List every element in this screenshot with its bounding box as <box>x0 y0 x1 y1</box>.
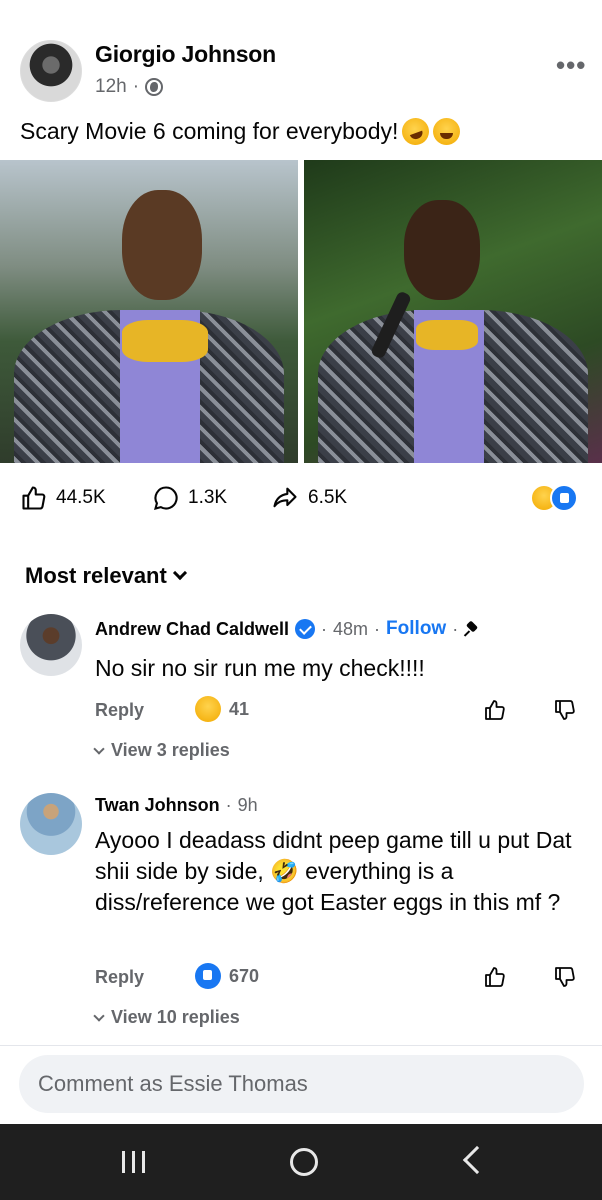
comment-composer <box>19 1055 584 1113</box>
like-count: 44.5K <box>56 487 106 508</box>
pin-icon <box>464 621 480 637</box>
like-reaction-icon <box>550 484 578 512</box>
post-photos <box>0 160 602 463</box>
comment-sort-dropdown[interactable]: Most relevant <box>25 563 187 589</box>
author-name[interactable]: Giorgio Johnson <box>95 41 276 68</box>
engagement-stats: 44.5K 1.3K 6.5K <box>0 478 602 518</box>
view-replies-button[interactable]: View 3 replies <box>93 740 230 761</box>
sort-label: Most relevant <box>25 563 167 588</box>
grinning-squint-emoji-icon <box>433 118 461 145</box>
recent-apps-icon[interactable] <box>122 1151 146 1173</box>
photo-figure-bowtie <box>122 320 208 362</box>
comment-reaction-summary[interactable]: 41 <box>195 696 249 722</box>
post-photo-right[interactable] <box>304 160 602 463</box>
thumbs-up-icon[interactable] <box>483 965 507 989</box>
author-avatar[interactable] <box>20 40 82 102</box>
thumbs-down-icon[interactable] <box>553 698 577 722</box>
commenter-name[interactable]: Twan Johnson <box>95 795 220 816</box>
view-replies-label: View 10 replies <box>111 1007 240 1027</box>
dot-separator: · <box>452 618 459 639</box>
comment-actions: Reply 670 <box>95 963 585 993</box>
share-arrow-icon <box>273 487 297 508</box>
comment-item: Twan Johnson · 9h Ayooo I deadass didnt … <box>0 785 602 1035</box>
haha-reaction-icon <box>195 696 221 722</box>
comment-actions: Reply 41 <box>95 696 585 726</box>
thumbs-up-icon <box>22 486 46 510</box>
comment-time: 48m <box>333 618 369 639</box>
dot-separator: · <box>374 618 381 639</box>
thumbs-down-icon[interactable] <box>553 965 577 989</box>
commenter-name[interactable]: Andrew Chad Caldwell <box>95 619 289 640</box>
photo-figure-head <box>404 200 480 300</box>
post-caption: Scary Movie 6 coming for everybody! <box>20 114 461 149</box>
comment-header: Andrew Chad Caldwell · 48m · Follow · <box>95 618 480 640</box>
like-stat[interactable]: 44.5K <box>20 484 106 512</box>
comment-count: 1.3K <box>188 487 228 508</box>
meta-separator: · <box>132 76 140 97</box>
post-photo-left[interactable] <box>0 160 298 463</box>
post-time[interactable]: 12h <box>95 76 127 98</box>
rolling-laughing-emoji-icon <box>398 114 434 149</box>
composer-divider <box>0 1045 602 1046</box>
comment-item: Andrew Chad Caldwell · 48m · Follow · No… <box>0 608 602 768</box>
comment-header: Twan Johnson · 9h <box>95 795 258 816</box>
comment-input[interactable] <box>19 1055 584 1113</box>
share-count: 6.5K <box>308 487 348 508</box>
thumbs-up-icon[interactable] <box>483 698 507 722</box>
globe-icon <box>145 78 164 96</box>
commenter-avatar[interactable] <box>20 793 82 855</box>
comment-bubble-icon <box>154 486 178 510</box>
caption-text: Scary Movie 6 coming for everybody! <box>20 118 399 144</box>
view-replies-label: View 3 replies <box>111 740 230 760</box>
more-options-button[interactable]: ••• <box>556 50 586 81</box>
reaction-badges[interactable] <box>530 484 586 512</box>
post-meta: 12h · <box>95 76 164 98</box>
comment-reaction-summary[interactable]: 670 <box>195 963 259 989</box>
post-header: Giorgio Johnson 12h · ••• <box>0 0 602 115</box>
reply-button[interactable]: Reply <box>95 700 144 721</box>
comment-time: 9h <box>237 795 258 815</box>
dot-separator: · <box>321 618 328 639</box>
share-stat[interactable]: 6.5K <box>270 484 347 512</box>
like-reaction-icon <box>195 963 221 989</box>
dot-separator: · <box>225 795 232 815</box>
chevron-down-icon <box>93 742 105 755</box>
system-navigation-bar <box>0 1124 602 1200</box>
commenter-avatar[interactable] <box>20 614 82 676</box>
home-icon[interactable] <box>290 1148 318 1176</box>
comment-text: No sir no sir run me my check!!!! <box>95 655 425 681</box>
comment-reaction-count: 41 <box>229 698 250 719</box>
photo-figure-bowtie <box>416 320 478 350</box>
verified-badge-icon <box>295 619 316 639</box>
chevron-down-icon <box>93 1009 105 1022</box>
reply-button[interactable]: Reply <box>95 967 144 988</box>
comment-text: Ayooo I deadass didnt peep game till u p… <box>95 827 572 915</box>
photo-figure-head <box>122 190 202 300</box>
back-icon[interactable] <box>462 1145 492 1175</box>
comment-reaction-count: 670 <box>229 965 260 986</box>
follow-button[interactable]: Follow <box>386 618 446 640</box>
chevron-down-icon <box>172 565 187 581</box>
comment-stat[interactable]: 1.3K <box>152 484 227 512</box>
view-replies-button[interactable]: View 10 replies <box>93 1007 240 1028</box>
